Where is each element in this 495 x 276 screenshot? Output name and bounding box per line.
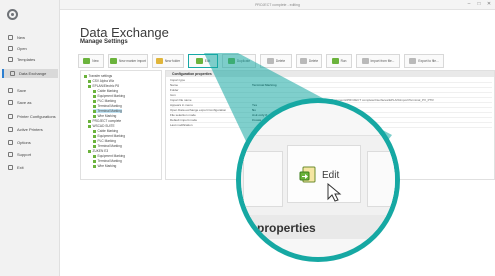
edit-icon <box>299 166 316 183</box>
mouse-cursor-icon <box>327 183 342 202</box>
zoom-neighbor-button <box>367 151 395 207</box>
zoom-edit-label: Edit <box>322 170 340 181</box>
zoom-magnifier: Edit properties <box>236 98 400 262</box>
zoom-content: Edit properties <box>241 103 395 257</box>
app-window: PROJECT complete - editing – □ ✕ New Ope… <box>0 0 495 276</box>
zoom-neighbor-button <box>243 151 283 207</box>
zoom-properties-label: properties <box>257 221 316 235</box>
